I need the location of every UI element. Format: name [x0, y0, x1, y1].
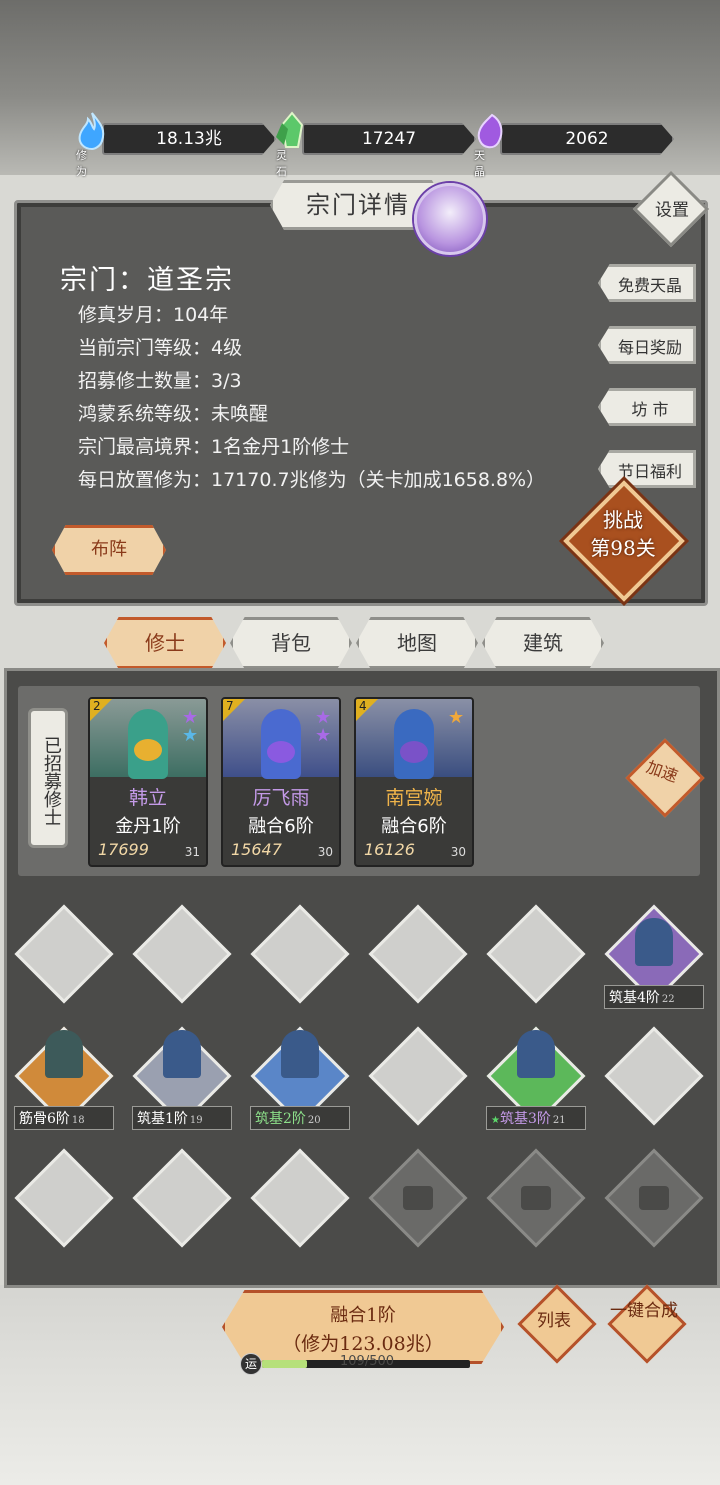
challenge-label[interactable]: 挑战 第98关 [570, 506, 676, 562]
formation-button[interactable]: 布阵 [52, 525, 166, 575]
star-icon: ★ [315, 725, 332, 746]
cultivator-figure-icon [163, 1030, 201, 1078]
cultivator-name: 厉飞雨 [252, 787, 310, 809]
star-icon: ★ [491, 1115, 500, 1126]
slot-level: 21 [552, 1115, 566, 1126]
cultivator-card[interactable]: 7 ★ ★ 厉飞雨 融合6阶 15647 30 [221, 697, 341, 867]
slot-label: ★筑基3阶 21 [486, 1106, 586, 1130]
cultivation-label: 修为 [76, 149, 87, 178]
slot-level: 20 [307, 1115, 321, 1126]
festival-welfare-button[interactable]: 节日福利 [598, 450, 696, 488]
info-highest-realm: 宗门最高境界：1名金丹1阶修士 [78, 436, 350, 458]
cultivator-card[interactable]: 4 ★ 南宫婉 融合6阶 16126 30 [354, 697, 474, 867]
slot-rank: 筑基3阶 [499, 1111, 551, 1127]
sky-crystal-label: 天晶 [474, 149, 485, 178]
cultivator-power: 15647 [231, 840, 282, 859]
slot-label: 筑基2阶 20 [250, 1106, 350, 1130]
market-button[interactable]: 坊 市 [598, 388, 696, 426]
tab-cultivators[interactable]: 修士 [104, 617, 226, 669]
cultivator-name: 南宫婉 [385, 787, 443, 809]
info-years: 修真岁月：104年 [78, 304, 229, 326]
slot-level: 18 [71, 1115, 85, 1126]
lock-icon [639, 1186, 669, 1210]
cultivator-rank: 金丹1阶 [115, 816, 181, 837]
slot-label: 筑基1阶 19 [132, 1106, 232, 1130]
info-recruit-count: 招募修士数量：3/3 [78, 370, 242, 392]
cultivator-figure-icon [281, 1030, 319, 1078]
crystal-icon [274, 111, 310, 151]
slot-level: 22 [661, 994, 675, 1005]
lock-icon [403, 1186, 433, 1210]
lock-icon [521, 1186, 551, 1210]
cultivator-figure-icon [45, 1030, 83, 1078]
list-label[interactable]: 列表 [519, 1311, 589, 1331]
luck-fill [262, 1360, 308, 1368]
merge-button[interactable]: 融合1阶 （修为123.08兆） [222, 1290, 504, 1364]
slot-level: 19 [189, 1115, 203, 1126]
luck-icon: 运 [240, 1353, 262, 1375]
luck-text: 109/500 [340, 1354, 395, 1369]
card-number-text: 2 [93, 699, 101, 713]
golden-core-icon [134, 739, 162, 761]
auto-merge-label[interactable]: 一键合成 [609, 1301, 679, 1321]
cultivator-card[interactable]: 2 ★ ★ 韩立 金丹1阶 17699 31 [88, 697, 208, 867]
tab-map[interactable]: 地图 [356, 617, 478, 669]
cultivator-rank: 融合6阶 [248, 816, 314, 837]
orb-icon [267, 741, 295, 763]
slot-rank: 筑基4阶 [609, 990, 660, 1006]
recruited-label: 已招募修士 [28, 708, 68, 848]
card-number-text: 7 [226, 699, 234, 713]
luck-bar: 运 109/500 [240, 1353, 472, 1375]
sect-name: 宗门：道圣宗 [60, 265, 234, 296]
tab-buildings[interactable]: 建筑 [482, 617, 604, 669]
cultivation-value: 18.13兆 [102, 123, 276, 155]
star-icon: ★ [448, 707, 465, 728]
challenge-line1: 挑战 [603, 508, 643, 532]
cultivator-power: 16126 [364, 840, 415, 859]
challenge-line2: 第98关 [590, 536, 656, 560]
cultivator-name: 韩立 [128, 787, 167, 809]
info-hongmeng-level: 鸿蒙系统等级：未唤醒 [78, 403, 269, 425]
merge-rank: 融合1阶 [330, 1305, 396, 1326]
slot-rank: 筋骨6阶 [19, 1111, 70, 1127]
card-number-text: 4 [359, 699, 367, 713]
cultivator-level: 30 [317, 845, 333, 859]
tab-backpack[interactable]: 背包 [230, 617, 352, 669]
merge-cost: （修为123.08兆） [282, 1333, 444, 1355]
free-crystal-button[interactable]: 免费天晶 [598, 264, 696, 302]
cultivator-level: 31 [184, 845, 200, 859]
cultivator-rank: 融合6阶 [381, 816, 447, 837]
cultivator-level: 30 [450, 845, 466, 859]
star-icon: ★ [182, 725, 199, 746]
cultivator-figure-icon [517, 1030, 555, 1078]
flame-icon [74, 111, 110, 151]
settings-label: 设置 [655, 200, 690, 221]
daily-reward-button[interactable]: 每日奖励 [598, 326, 696, 364]
info-daily-idle: 每日放置修为：17170.7兆修为（关卡加成1658.8%） [78, 469, 546, 491]
cultivator-power: 17699 [98, 840, 149, 859]
orb-icon [400, 741, 428, 763]
info-sect-level: 当前宗门等级：4级 [78, 337, 243, 359]
slot-rank: 筑基1阶 [137, 1111, 188, 1127]
cultivator-figure-icon [635, 918, 673, 966]
slot-rank: 筑基2阶 [255, 1111, 306, 1127]
slot-label: 筋骨6阶 18 [14, 1106, 114, 1130]
spirit-stone-label: 灵石 [276, 149, 287, 178]
avatar[interactable] [414, 183, 486, 255]
sky-crystal-value: 2062 [500, 123, 674, 155]
gem-icon [472, 111, 508, 151]
spirit-stone-value: 17247 [302, 123, 476, 155]
slot-label: 筑基4阶 22 [604, 985, 704, 1009]
